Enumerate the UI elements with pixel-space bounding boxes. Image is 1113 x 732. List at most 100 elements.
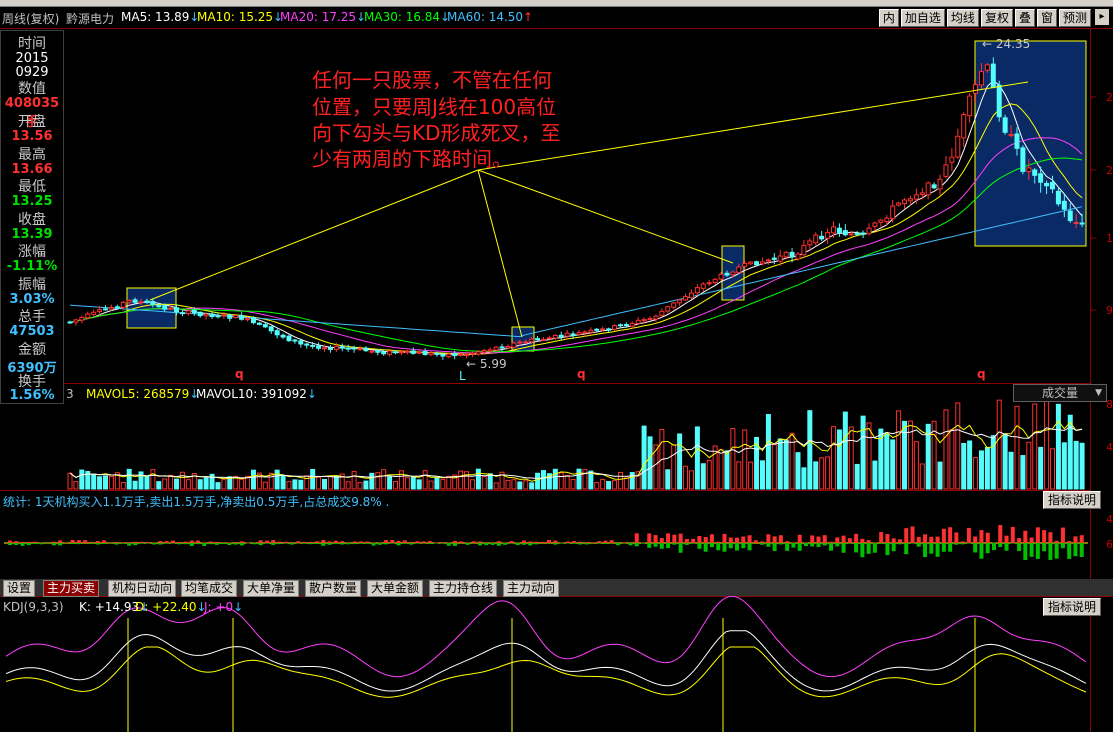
fund-bar-sell [735, 543, 740, 551]
fund-bar-sell [860, 543, 865, 558]
fund-bar-sell [703, 543, 708, 552]
volume-bar [736, 461, 742, 490]
fund-bar-buy [716, 541, 721, 543]
candle-body [487, 349, 493, 352]
volume-bar [67, 472, 73, 490]
fund-bar-buy [233, 541, 238, 543]
tab-main-trend[interactable]: 主力动向 [503, 580, 560, 597]
fund-bar-sell [741, 543, 746, 549]
candle-body [304, 343, 310, 346]
volume-bar [771, 444, 777, 490]
candle-body [890, 205, 896, 220]
candle-body [327, 347, 333, 350]
fund-bar-sell [346, 543, 351, 545]
candle-body [493, 346, 499, 351]
open-value: 13.56 [11, 129, 53, 144]
tab-big-order-amount[interactable]: 大单金额 [367, 580, 424, 597]
fund-bar-sell [1029, 543, 1034, 557]
fund-bar-buy [33, 541, 38, 543]
fund-bar-buy [396, 540, 401, 543]
fund-bar-sell [803, 543, 808, 547]
time-year: 2015 [15, 51, 49, 66]
fund-bar-buy [854, 533, 859, 543]
tab-retail-count[interactable]: 散户数量 [305, 580, 362, 597]
volume-bar [197, 479, 203, 490]
fund-bar-buy [998, 525, 1003, 543]
volume-bar [576, 468, 582, 490]
kdj-help-button[interactable]: 指标说明 [1043, 598, 1102, 616]
candle-body [552, 334, 558, 339]
fund-bar-buy [302, 541, 307, 543]
volume-bar [428, 480, 434, 490]
volume-bar [902, 420, 908, 490]
stat-help-button[interactable]: 指标说明 [1043, 491, 1102, 509]
candle-body [132, 299, 138, 303]
time-label: 时间 [18, 36, 46, 52]
change-value: -1.11% [6, 259, 58, 274]
tab-settings[interactable]: 设置 [3, 580, 36, 597]
candle-body [114, 306, 120, 309]
fund-bar-sell [935, 543, 940, 557]
fund-bar-buy [1054, 540, 1059, 543]
fund-bar-sell [321, 543, 326, 546]
tab-institution[interactable]: 机构日动向 [108, 580, 177, 597]
volume-bar [854, 463, 860, 490]
fund-bar-buy [327, 541, 332, 543]
fund-bar-sell [841, 543, 846, 553]
volume-bar [310, 468, 316, 490]
fund-bar-sell [415, 543, 420, 544]
volume-bar [564, 474, 570, 490]
fund-bar-sell [766, 543, 771, 547]
volume-bar [825, 456, 831, 490]
candle-body [262, 324, 268, 328]
tab-main-trade[interactable]: 主力买卖 [43, 580, 100, 597]
candle-body [665, 306, 671, 312]
fund-bar-sell [214, 543, 219, 545]
fund-bar-sell [365, 543, 370, 544]
candle-body [688, 292, 694, 299]
volume-bar [984, 446, 990, 490]
indicator-selector[interactable]: 成交量 ▼ [1013, 384, 1107, 402]
fund-bar-sell [102, 543, 107, 544]
fund-bar-sell [352, 543, 357, 545]
candle-body [813, 234, 819, 244]
tab-avg-trade[interactable]: 均笔成交 [181, 580, 238, 597]
candle-body [931, 184, 937, 189]
fund-bar-buy [540, 541, 545, 543]
volume-bar [706, 459, 712, 490]
candle-body [458, 353, 464, 356]
fund-bar-buy [929, 536, 934, 543]
fund-bar-sell [327, 543, 332, 545]
fund-bar-buy [659, 538, 664, 543]
fund-bar-buy [358, 541, 363, 543]
volume-bar [990, 435, 996, 490]
fund-bar-sell [948, 543, 953, 552]
fund-bar-sell [208, 543, 213, 545]
fund-bar-buy [684, 539, 689, 543]
candle-body [872, 222, 878, 227]
candle-body [712, 278, 718, 283]
candle-body [517, 341, 523, 344]
candle-body [925, 182, 931, 196]
fund-bar-buy [1060, 527, 1065, 543]
volume-bar [274, 469, 280, 490]
turnover-value: 1.56% [9, 388, 55, 403]
candle-body [730, 271, 736, 276]
fund-bar-sell [941, 543, 946, 552]
volume-bar [795, 452, 801, 490]
fund-bar-sell [923, 543, 928, 558]
amplitude-value: 3.03% [9, 292, 55, 307]
open-label: 开盘 [18, 114, 46, 130]
tab-big-order-net[interactable]: 大单净量 [243, 580, 300, 597]
candle-body [907, 198, 913, 202]
candle-body [168, 307, 174, 310]
candle-body [387, 350, 393, 355]
chevron-down-icon[interactable]: ▼ [1095, 385, 1102, 401]
fund-bar-buy [95, 541, 100, 543]
candle-body [570, 333, 576, 336]
candle-body [789, 251, 795, 258]
fund-bar-sell [152, 543, 157, 545]
candle-body [623, 324, 629, 327]
tab-main-position[interactable]: 主力持仓线 [429, 580, 498, 597]
fund-bar-buy [897, 539, 902, 543]
